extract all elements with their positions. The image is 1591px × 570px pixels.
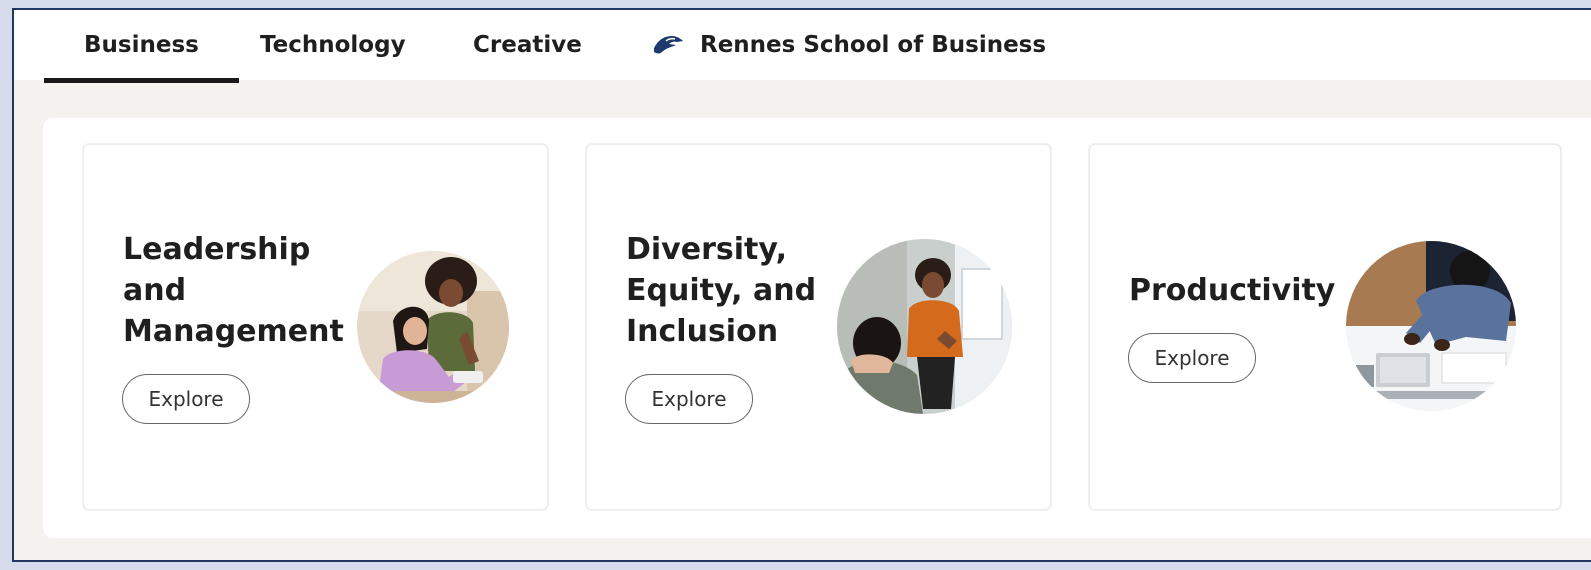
tab-creative[interactable]: Creative (473, 10, 582, 80)
rennes-logo-icon (652, 32, 686, 58)
topic-card-leadership[interactable]: Leadership and Management Explore (83, 144, 548, 510)
topic-card-diversity[interactable]: Diversity, Equity, and Inclusion Explore (586, 144, 1051, 510)
tab-business[interactable]: Business (44, 10, 239, 83)
card-title: Leadership and Management (123, 232, 344, 349)
category-tab-bar: Business Technology Creative Rennes Scho… (14, 10, 1591, 83)
screenshot-frame: Business Technology Creative Rennes Scho… (0, 0, 1591, 570)
leadership-photo (357, 251, 509, 403)
explore-button[interactable]: Explore (122, 374, 250, 424)
topic-cards-panel: Leadership and Management Explore Divers… (43, 118, 1591, 538)
card-title: Diversity, Equity, and Inclusion (626, 232, 817, 349)
tab-rennes-label: Rennes School of Business (700, 32, 1047, 58)
tab-rennes-school-of-business[interactable]: Rennes School of Business (652, 10, 1046, 80)
explore-button[interactable]: Explore (1128, 333, 1256, 383)
productivity-photo (1346, 241, 1516, 411)
tab-technology[interactable]: Technology (260, 10, 406, 80)
diversity-photo (837, 239, 1012, 414)
card-title: Productivity (1129, 273, 1336, 308)
tab-creative-label: Creative (473, 32, 582, 58)
tab-business-label: Business (84, 32, 199, 58)
topic-card-productivity[interactable]: Productivity Explore (1089, 144, 1561, 510)
tab-technology-label: Technology (260, 32, 406, 58)
explore-button[interactable]: Explore (625, 374, 753, 424)
